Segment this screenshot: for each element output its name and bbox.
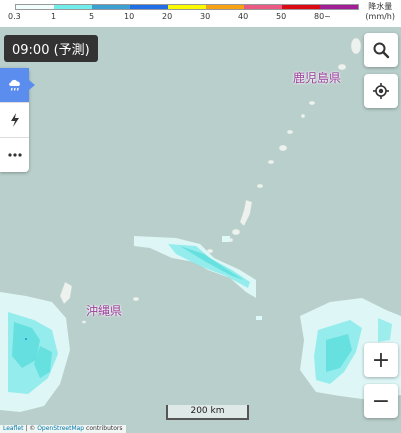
attribution: Leaflet | © OpenStreetMap contributors bbox=[0, 425, 126, 433]
search-button[interactable] bbox=[364, 33, 398, 67]
legend-title-line2: (mm/h) bbox=[365, 12, 395, 21]
locate-button[interactable] bbox=[364, 74, 398, 108]
locate-icon bbox=[373, 83, 389, 99]
legend-tick: 50 bbox=[276, 12, 287, 21]
legend-swatch bbox=[168, 5, 206, 9]
legend-tick: 40 bbox=[238, 12, 249, 21]
leaflet-link[interactable]: Leaflet bbox=[3, 425, 23, 432]
legend-swatch bbox=[54, 5, 92, 9]
legend-swatch bbox=[320, 5, 358, 9]
legend-swatch bbox=[92, 5, 130, 9]
legend-swatch bbox=[282, 5, 320, 9]
legend-swatch bbox=[16, 5, 54, 9]
attribution-separator: | © bbox=[23, 425, 38, 432]
forecast-time-label: 09:00 (予測) bbox=[4, 35, 98, 62]
search-icon bbox=[373, 42, 390, 59]
legend-tick: 5 bbox=[89, 12, 95, 21]
lightning-layer-button[interactable] bbox=[0, 103, 29, 138]
legend-tick: 30 bbox=[200, 12, 211, 21]
rain-layer-button[interactable] bbox=[0, 68, 35, 103]
legend-title: 降水量 (mm/h) bbox=[365, 2, 395, 22]
legend-tick: 20 bbox=[162, 12, 173, 21]
legend-swatch bbox=[206, 5, 244, 9]
legend-title-line1: 降水量 bbox=[368, 2, 393, 11]
more-button[interactable] bbox=[0, 138, 29, 172]
attribution-contributors: contributors bbox=[84, 425, 123, 432]
precipitation-legend: 0.3 1 5 10 20 30 40 50 80~ 降水量 (mm/h) bbox=[0, 0, 401, 27]
lightning-icon bbox=[10, 113, 19, 127]
legend-swatch bbox=[244, 5, 282, 9]
osm-link[interactable]: OpenStreetMap bbox=[37, 425, 84, 432]
legend-color-bar bbox=[15, 4, 359, 10]
map-viewport[interactable]: { "legend": { "title_line1": "降水量", "tit… bbox=[0, 0, 401, 433]
kagoshima-label: 鹿児島県 bbox=[293, 71, 342, 85]
legend-tick: 1 bbox=[51, 12, 57, 21]
legend-tick: 10 bbox=[124, 12, 135, 21]
scale-bar: 200 km bbox=[166, 405, 249, 420]
layer-toolbar bbox=[0, 68, 35, 172]
legend-tick: 80~ bbox=[314, 12, 331, 21]
more-dots-icon bbox=[7, 153, 22, 157]
rain-cloud-icon bbox=[8, 79, 20, 91]
legend-tick: 0.3 bbox=[8, 12, 21, 21]
map-canvas[interactable] bbox=[0, 0, 401, 433]
legend-swatch bbox=[130, 5, 168, 9]
zoom-out-button[interactable]: − bbox=[364, 384, 398, 418]
okinawa-label: 沖縄県 bbox=[86, 304, 123, 318]
zoom-in-button[interactable]: + bbox=[364, 343, 398, 377]
